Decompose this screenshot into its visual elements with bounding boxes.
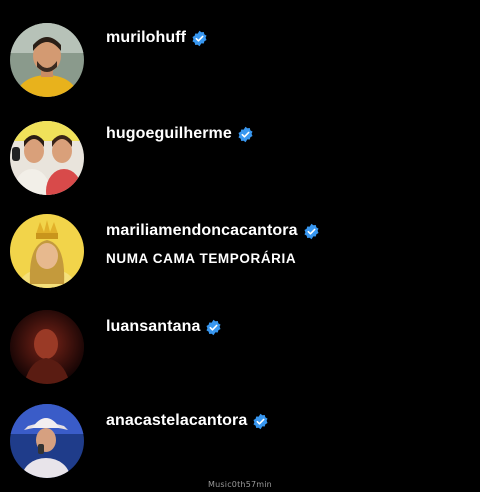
username-text: mariliamendoncacantora bbox=[106, 222, 298, 239]
list-item[interactable]: luansantana bbox=[0, 310, 480, 400]
list-item[interactable]: mariliamendoncacantora NUMA CAMA TEMPORÁ… bbox=[0, 214, 480, 304]
profile-photo-icon bbox=[10, 214, 84, 288]
list-item[interactable]: hugoeguilherme bbox=[0, 121, 480, 211]
username[interactable]: murilohuff bbox=[106, 29, 208, 47]
list-item[interactable]: murilohuff bbox=[0, 23, 480, 113]
verified-badge-icon bbox=[252, 413, 269, 430]
username-text: luansantana bbox=[106, 318, 201, 335]
profile-photo-icon bbox=[10, 310, 84, 384]
account-list: murilohuff hugoeguilherme mariliamendonc… bbox=[0, 0, 480, 492]
watermark: Music0th57min bbox=[208, 480, 272, 489]
username[interactable]: anacastelacantora bbox=[106, 412, 269, 430]
username[interactable]: luansantana bbox=[106, 318, 222, 336]
list-item[interactable]: anacastelacantora bbox=[0, 404, 480, 492]
avatar[interactable] bbox=[10, 23, 84, 97]
profile-photo-icon bbox=[10, 23, 84, 97]
verified-badge-icon bbox=[191, 30, 208, 47]
profile-photo-icon bbox=[10, 404, 84, 478]
username[interactable]: hugoeguilherme bbox=[106, 125, 254, 143]
avatar[interactable] bbox=[10, 310, 84, 384]
profile-photo-icon bbox=[10, 121, 84, 195]
username[interactable]: mariliamendoncacantora bbox=[106, 222, 320, 240]
avatar[interactable] bbox=[10, 404, 84, 478]
avatar[interactable] bbox=[10, 121, 84, 195]
comment-caption: NUMA CAMA TEMPORÁRIA bbox=[106, 251, 297, 266]
username-text: murilohuff bbox=[106, 29, 187, 46]
verified-badge-icon bbox=[205, 319, 222, 336]
verified-badge-icon bbox=[303, 223, 320, 240]
verified-badge-icon bbox=[237, 126, 254, 143]
avatar[interactable] bbox=[10, 214, 84, 288]
username-text: hugoeguilherme bbox=[106, 125, 232, 142]
username-text: anacastelacantora bbox=[106, 412, 248, 429]
